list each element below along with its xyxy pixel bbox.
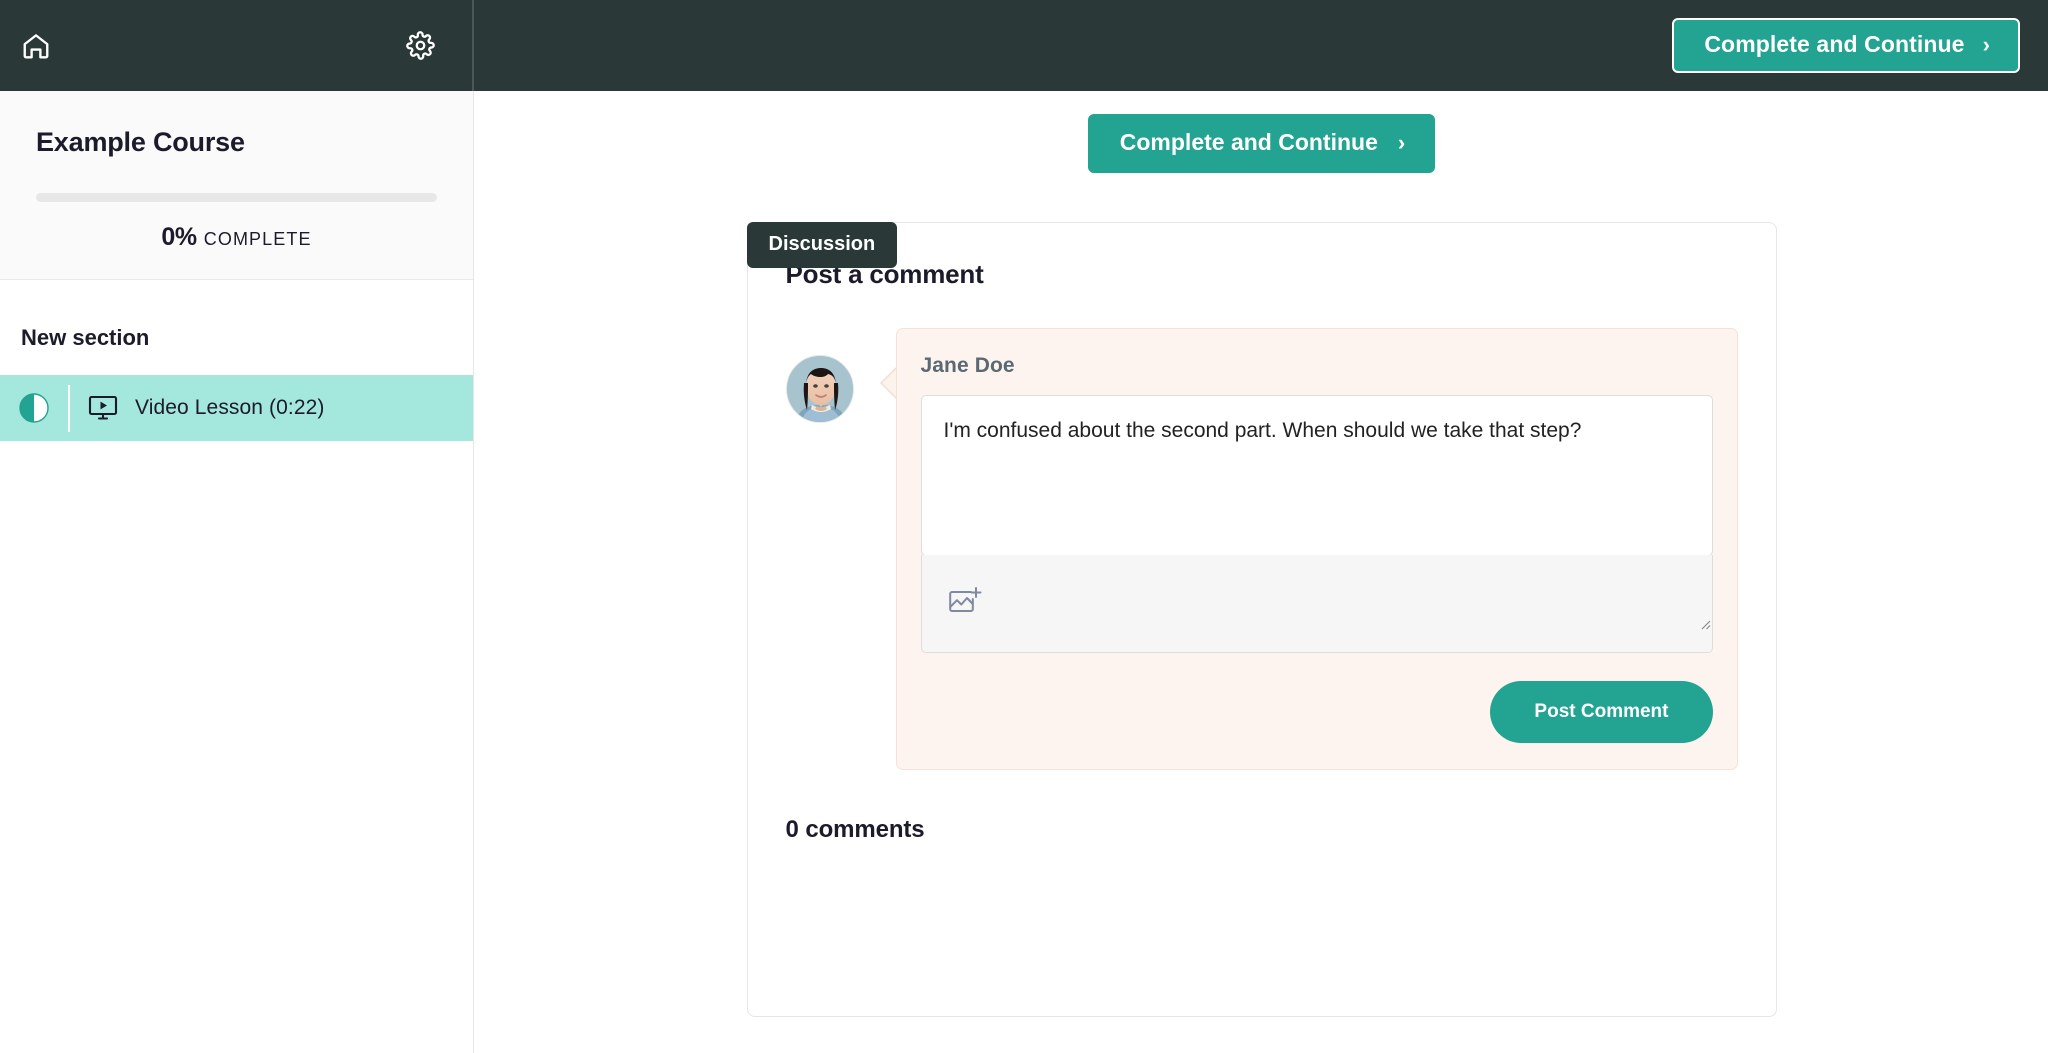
- post-a-comment-heading: Post a comment: [785, 259, 984, 289]
- course-player-page: Complete and Continue › Example Course 0…: [0, 0, 2048, 1053]
- course-progress-word: COMPLETE: [203, 229, 312, 249]
- post-comment-row: Post Comment: [921, 681, 1713, 743]
- comment-author-name: Jane Doe: [920, 354, 1015, 377]
- gear-icon[interactable]: [398, 24, 442, 68]
- chevron-right-icon: ›: [1982, 31, 1990, 57]
- comment-bubble-wrapper: Jane Doe I'm confused about the second p…: [879, 328, 1738, 770]
- chevron-right-icon: ›: [1397, 129, 1406, 155]
- half-circle-progress-icon: [0, 393, 68, 423]
- top-navigation-bar: Complete and Continue ›: [0, 0, 2048, 91]
- comment-input[interactable]: [920, 395, 1713, 556]
- course-sidebar: Example Course 0% COMPLETE New section V…: [0, 91, 474, 1053]
- course-title: Example Course: [36, 127, 245, 157]
- home-icon[interactable]: [14, 24, 58, 68]
- sidebar-lesson-item-video-lesson[interactable]: Video Lesson (0:22): [0, 375, 473, 441]
- section-title: New section: [21, 325, 150, 350]
- bubble-tail: [881, 368, 897, 398]
- comment-composer: Jane Doe I'm confused about the second p…: [785, 328, 1738, 770]
- course-progress-bar: [36, 193, 437, 202]
- discussion-section: Discussion Post a comment Jane Doe I'm c…: [746, 222, 1777, 1017]
- sidebar-lesson-label: Video Lesson (0:22): [135, 396, 325, 419]
- course-header: Example Course 0% COMPLETE: [0, 91, 473, 280]
- post-comment-button[interactable]: Post Comment: [1490, 681, 1713, 743]
- complete-and-continue-label-main: Complete and Continue: [1119, 129, 1378, 155]
- complete-and-continue-button-main[interactable]: Complete and Continue ›: [1087, 114, 1436, 173]
- add-image-icon[interactable]: [948, 585, 982, 622]
- complete-and-continue-button-top[interactable]: Complete and Continue ›: [1672, 18, 2020, 73]
- avatar: [785, 355, 854, 423]
- comment-attachment-bar: [920, 555, 1713, 653]
- main-cta-row: Complete and Continue ›: [475, 91, 2048, 173]
- video-monitor-icon: [70, 395, 135, 421]
- comment-bubble: Jane Doe I'm confused about the second p…: [895, 328, 1738, 770]
- discussion-card: Post a comment Jane Doe I'm confused abo…: [746, 222, 1777, 1017]
- course-progress-label: 0% COMPLETE: [36, 225, 437, 250]
- main-content-area: Complete and Continue › Discussion Post …: [475, 91, 2048, 1053]
- topbar-right-section: Complete and Continue ›: [474, 0, 2048, 91]
- topbar-left-section: [0, 0, 474, 91]
- complete-and-continue-label-top: Complete and Continue: [1704, 31, 1965, 57]
- comments-count: 0 comments: [785, 816, 925, 843]
- tab-discussion[interactable]: Discussion: [746, 222, 898, 268]
- course-progress-percent: 0%: [161, 223, 197, 251]
